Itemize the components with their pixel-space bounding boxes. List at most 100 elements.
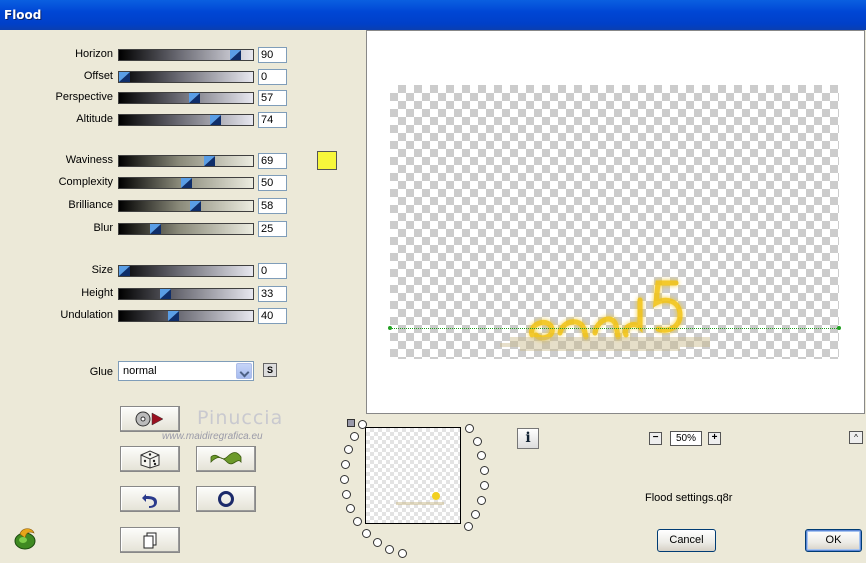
param-slider-altitude[interactable] <box>118 114 254 126</box>
param-label: Horizon <box>75 48 113 60</box>
glue-dropdown[interactable]: normal <box>118 361 254 381</box>
param-slider-blur[interactable] <box>118 223 254 235</box>
param-label: Size <box>91 264 113 276</box>
param-row-height: Height 33 <box>0 286 290 302</box>
color-swatch[interactable] <box>317 151 337 170</box>
navigator-ring-dot[interactable] <box>480 481 489 490</box>
dice-button[interactable] <box>120 446 180 472</box>
preview-panel[interactable] <box>366 30 865 414</box>
param-slider-size[interactable] <box>118 265 254 277</box>
circle-reset-icon <box>218 491 234 507</box>
param-row-blur: Blur 25 <box>0 221 290 237</box>
window-title: Flood <box>4 8 42 22</box>
navigator-ring-dot[interactable] <box>340 475 349 484</box>
param-value-height[interactable]: 33 <box>258 286 287 302</box>
param-row-brilliance: Brilliance 58 <box>0 198 290 214</box>
navigator-ring-dot[interactable] <box>353 517 362 526</box>
copy-button[interactable] <box>120 527 180 553</box>
navigator-ring-dot[interactable] <box>398 549 407 558</box>
slider-thumb[interactable] <box>119 266 130 276</box>
param-value-undulation[interactable]: 40 <box>258 308 287 324</box>
param-row-perspective: Perspective 57 <box>0 90 290 106</box>
slider-thumb[interactable] <box>168 311 179 321</box>
random-generator-button[interactable] <box>120 406 180 432</box>
param-label: Brilliance <box>68 199 113 211</box>
param-slider-brilliance[interactable] <box>118 200 254 212</box>
cancel-button[interactable]: Cancel <box>657 529 716 552</box>
param-row-altitude: Altitude 74 <box>0 112 290 128</box>
navigator-ring-dot[interactable] <box>342 490 351 499</box>
horizon-handle-left[interactable] <box>388 326 392 330</box>
watermark-title: Pinuccia <box>197 407 284 429</box>
slider-thumb[interactable] <box>181 178 192 188</box>
param-slider-offset[interactable] <box>118 71 254 83</box>
param-row-complexity: Complexity 50 <box>0 175 290 191</box>
navigator-ring-dot[interactable] <box>373 538 382 547</box>
horizon-line <box>390 328 839 329</box>
param-label: Blur <box>93 222 113 234</box>
param-slider-horizon[interactable] <box>118 49 254 61</box>
param-slider-undulation[interactable] <box>118 310 254 322</box>
navigator-ring-dot[interactable] <box>473 437 482 446</box>
navigator-ring-dot[interactable] <box>471 510 480 519</box>
param-slider-complexity[interactable] <box>118 177 254 189</box>
navigator-artwork <box>396 492 444 505</box>
dice-icon <box>140 450 160 469</box>
param-value-altitude[interactable]: 74 <box>258 112 287 128</box>
zoom-in-button[interactable]: + <box>708 432 721 445</box>
param-value-blur[interactable]: 25 <box>258 221 287 237</box>
navigator-ring-dot[interactable] <box>477 451 486 460</box>
param-label: Height <box>81 287 113 299</box>
navigator-corner-square[interactable] <box>347 419 355 427</box>
slider-thumb[interactable] <box>160 289 171 299</box>
navigator-ring-dot[interactable] <box>362 529 371 538</box>
navigator-ring-dot[interactable] <box>346 504 355 513</box>
param-label: Altitude <box>76 113 113 125</box>
zoom-out-button[interactable]: − <box>649 432 662 445</box>
param-value-complexity[interactable]: 50 <box>258 175 287 191</box>
slider-thumb[interactable] <box>204 156 215 166</box>
param-value-size[interactable]: 0 <box>258 263 287 279</box>
param-slider-perspective[interactable] <box>118 92 254 104</box>
navigator-ring-dot[interactable] <box>350 432 359 441</box>
slider-thumb[interactable] <box>119 72 130 82</box>
navigator-ring-dot[interactable] <box>385 545 394 554</box>
navigator-ring-dot[interactable] <box>464 522 473 531</box>
param-label: Complexity <box>58 176 113 188</box>
navigator-ring-dot[interactable] <box>480 466 489 475</box>
plugin-logo-icon <box>14 528 36 550</box>
param-value-offset[interactable]: 0 <box>258 69 287 85</box>
chevron-down-icon[interactable] <box>236 363 252 379</box>
param-value-perspective[interactable]: 57 <box>258 90 287 106</box>
param-label: Offset <box>83 70 113 82</box>
glue-value: normal <box>123 365 157 377</box>
navigator-ring-dot[interactable] <box>344 445 353 454</box>
glue-label: Glue <box>89 366 113 378</box>
slider-thumb[interactable] <box>230 50 241 60</box>
collapse-up-button[interactable]: ^ <box>849 431 863 444</box>
navigator-ring-dot[interactable] <box>341 460 350 469</box>
slider-thumb[interactable] <box>150 224 161 234</box>
navigator-ring-dot[interactable] <box>358 420 367 429</box>
slider-thumb[interactable] <box>189 93 200 103</box>
s-button[interactable]: S <box>263 363 277 377</box>
undo-button[interactable] <box>120 486 180 512</box>
reset-button[interactable] <box>196 486 256 512</box>
ok-button[interactable]: OK <box>805 529 862 552</box>
slider-thumb[interactable] <box>210 115 221 125</box>
slider-thumb[interactable] <box>190 201 201 211</box>
param-row-size: Size 0 <box>0 263 290 279</box>
navigator-thumbnail[interactable] <box>365 427 461 524</box>
navigator-ring-dot[interactable] <box>477 496 486 505</box>
param-value-waviness[interactable]: 69 <box>258 153 287 169</box>
param-slider-waviness[interactable] <box>118 155 254 167</box>
navigator-ring-dot[interactable] <box>465 424 474 433</box>
param-value-brilliance[interactable]: 58 <box>258 198 287 214</box>
undo-arrow-icon <box>142 494 157 508</box>
param-slider-height[interactable] <box>118 288 254 300</box>
param-value-horizon[interactable]: 90 <box>258 47 287 63</box>
horizon-handle-right[interactable] <box>837 326 841 330</box>
param-row-undulation: Undulation 40 <box>0 308 290 324</box>
wave-button[interactable] <box>196 446 256 472</box>
info-button[interactable]: i <box>517 428 539 449</box>
